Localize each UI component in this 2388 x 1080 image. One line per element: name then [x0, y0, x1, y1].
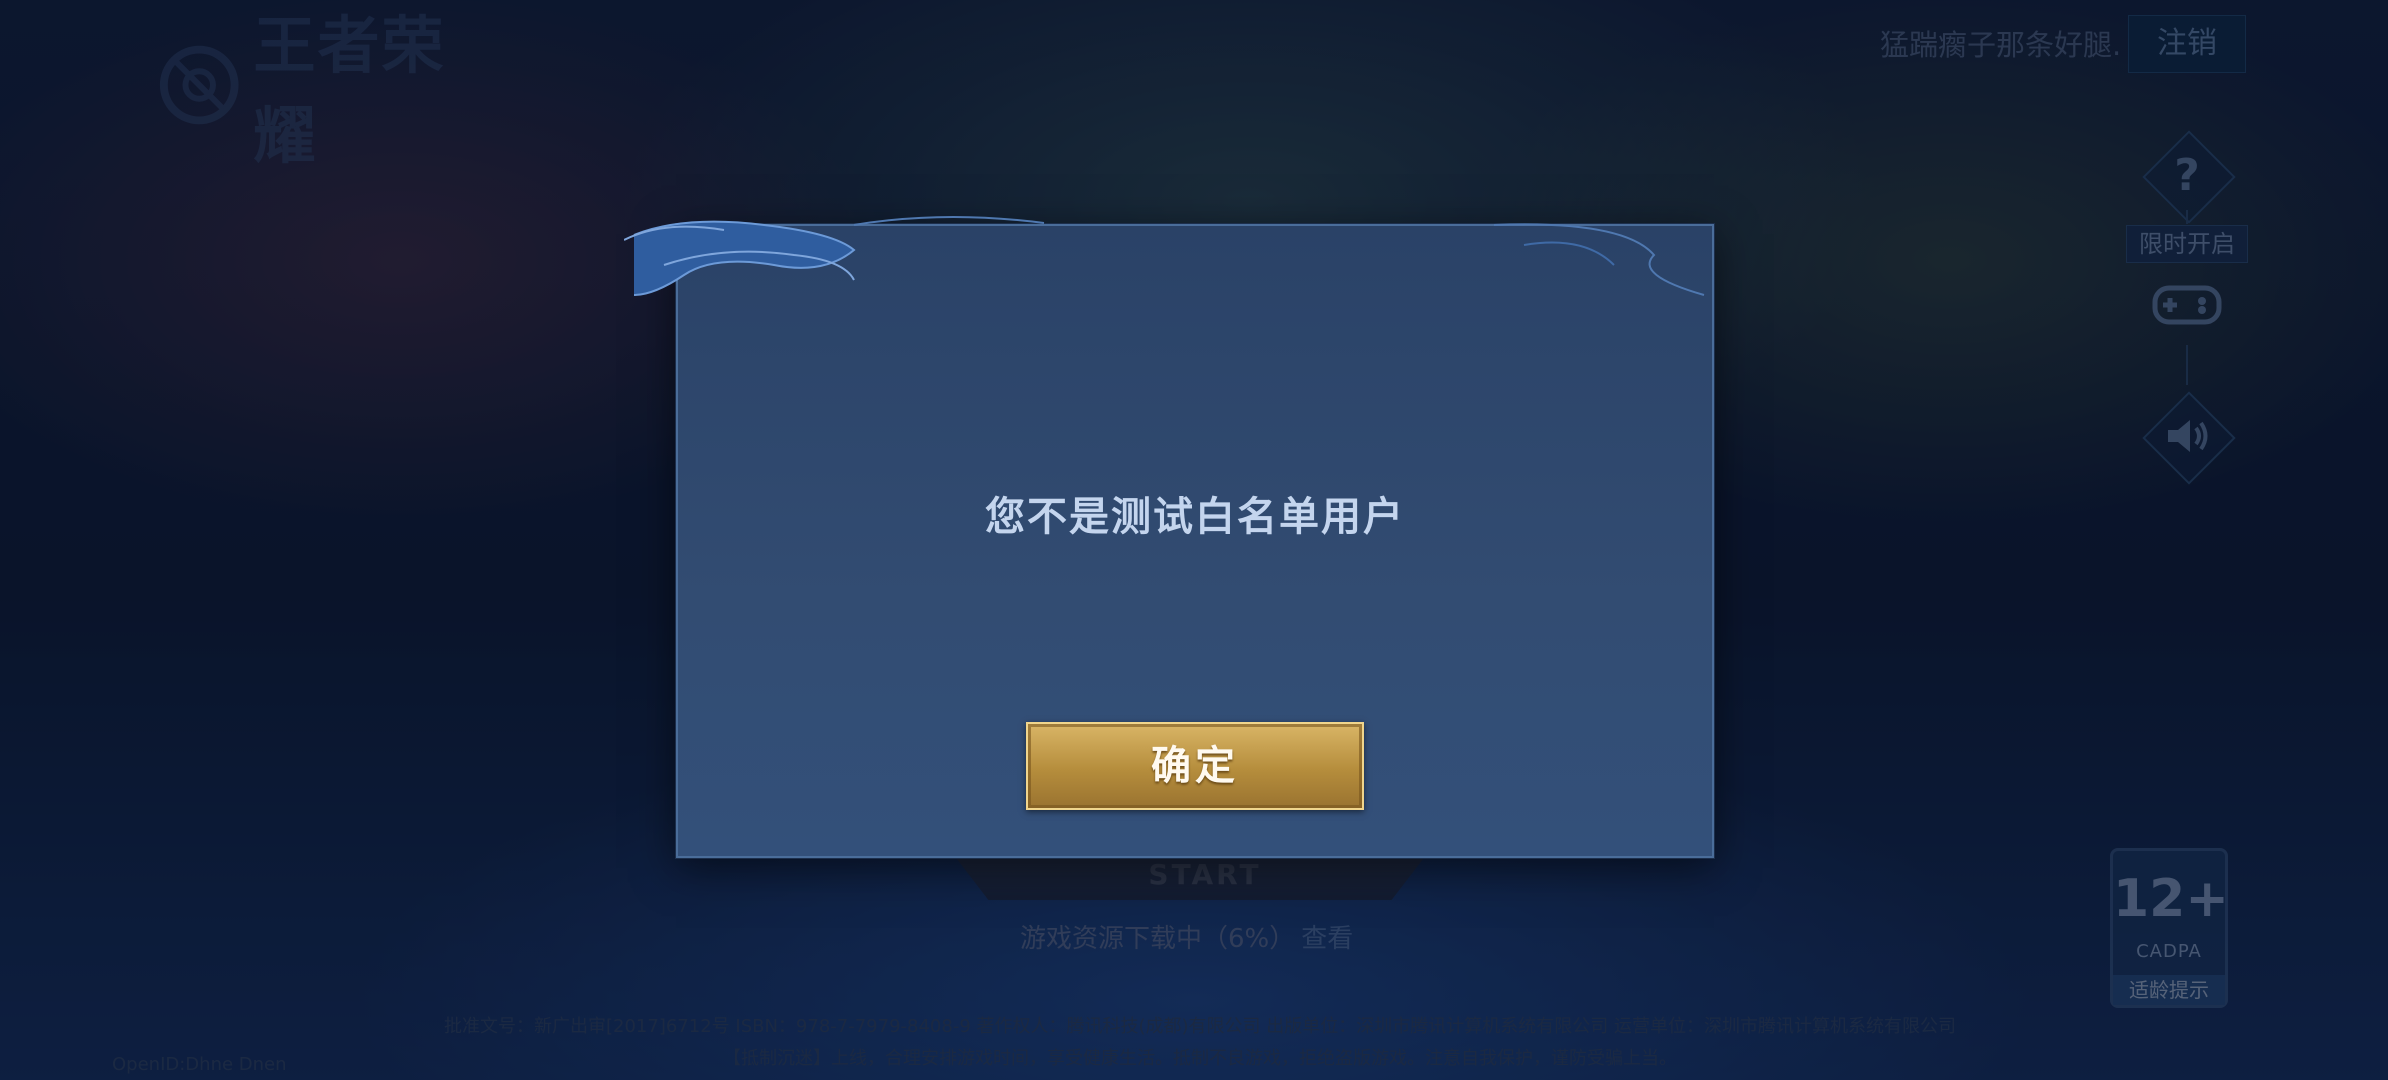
confirm-button[interactable]: 确定	[1026, 722, 1364, 810]
dialog-message: 您不是测试白名单用户	[985, 494, 1405, 540]
dialog-ornament	[624, 216, 1705, 296]
